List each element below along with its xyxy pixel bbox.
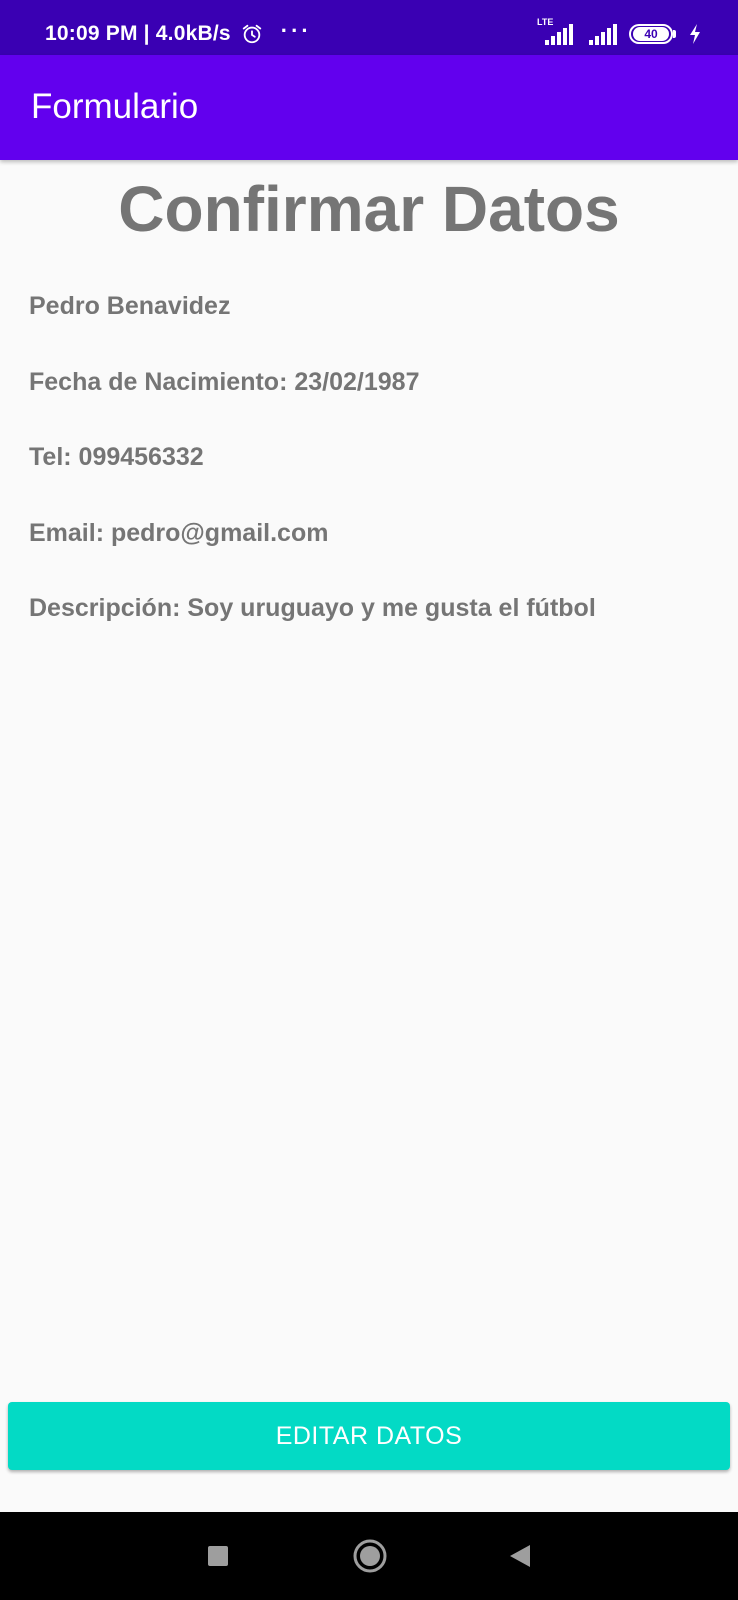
- phone-text: Tel: 099456332: [29, 443, 204, 471]
- screen: 10:09 PM | 4.0kB/s ··· LTE 40 Formulario…: [0, 0, 738, 1600]
- more-notifications-icon: ···: [280, 18, 312, 43]
- battery-level: 40: [633, 27, 669, 41]
- alarm-clock-icon: [242, 24, 261, 44]
- lte-signal-icon: LTE: [537, 17, 575, 47]
- page-heading: Confirmar Datos: [118, 173, 620, 245]
- recents-button[interactable]: [190, 1512, 246, 1600]
- time-speed-text: 10:09 PM | 4.0kB/s: [45, 22, 231, 45]
- navigation-bar: [0, 1512, 738, 1600]
- birth-date-text: Fecha de Nacimiento: 23/02/1987: [29, 368, 420, 396]
- app-title: Formulario: [31, 87, 199, 126]
- status-bar: 10:09 PM | 4.0kB/s ··· LTE 40: [0, 0, 738, 55]
- app-bar: Formulario: [0, 55, 738, 160]
- description-text: Descripción: Soy uruguayo y me gusta el …: [29, 594, 596, 622]
- back-button[interactable]: [498, 1512, 542, 1600]
- square-recents-icon: [208, 1546, 228, 1566]
- circle-home-icon: [353, 1539, 387, 1573]
- home-button[interactable]: [340, 1512, 400, 1600]
- edit-data-button[interactable]: EDITAR DATOS: [8, 1402, 730, 1470]
- charging-bolt-icon: [690, 24, 700, 44]
- signal-strength-icon: [589, 24, 617, 45]
- name-text: Pedro Benavidez: [29, 292, 231, 320]
- triangle-back-icon: [510, 1545, 530, 1567]
- email-text: Email: pedro@gmail.com: [29, 519, 329, 547]
- battery-icon: 40: [629, 24, 676, 44]
